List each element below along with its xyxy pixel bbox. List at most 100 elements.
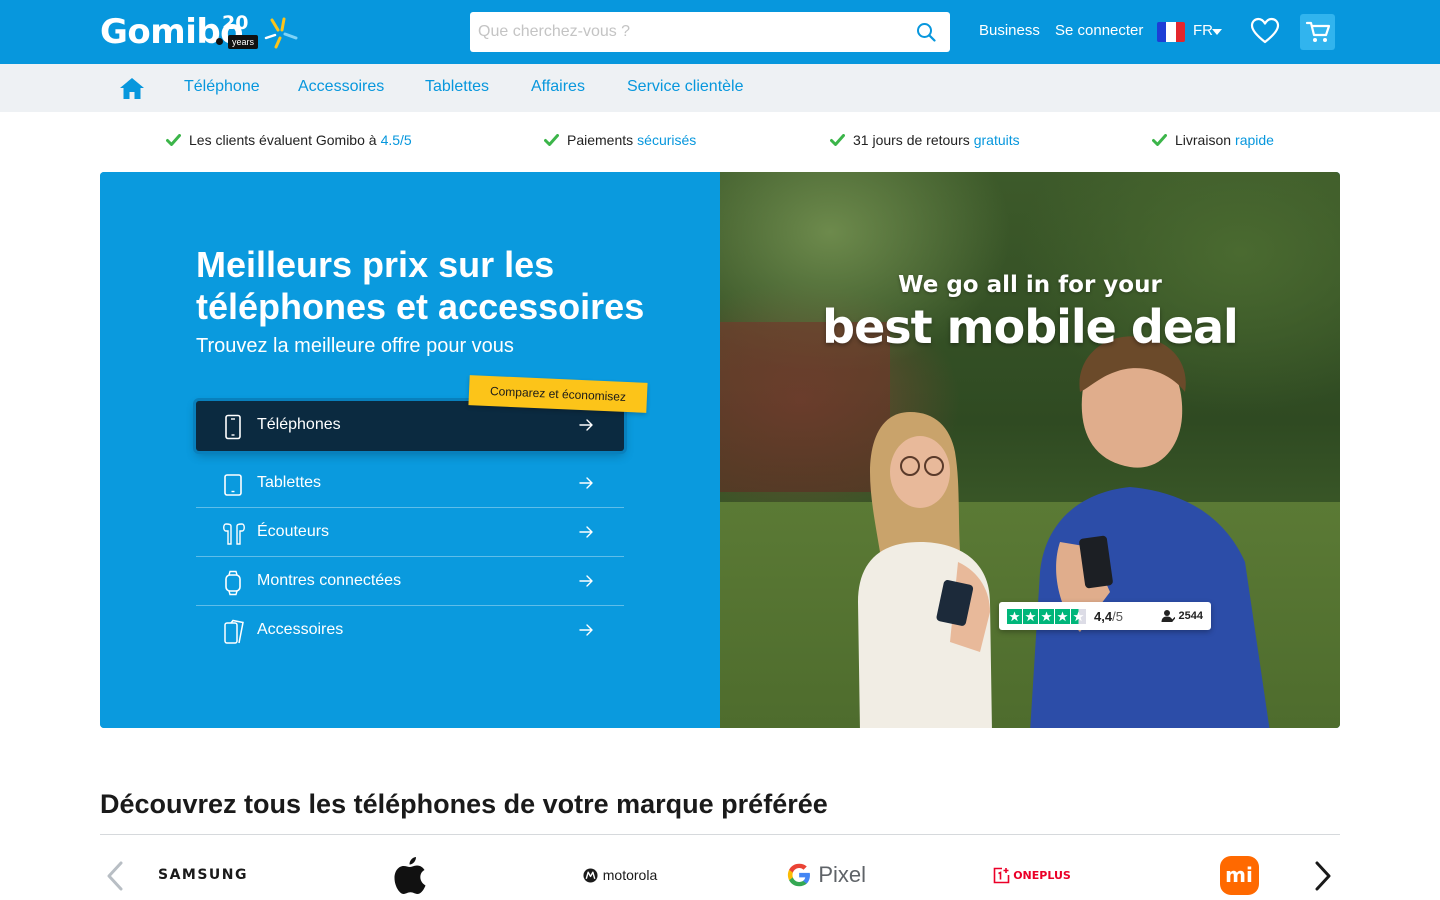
category-label: Montres connectées xyxy=(257,572,402,589)
pixel-wordmark: Pixel xyxy=(818,862,866,887)
top-bar: Gomibo 20 years Business Se connecter FR xyxy=(0,0,1440,64)
smartwatch-icon xyxy=(225,570,241,596)
star-icon xyxy=(1055,608,1070,624)
logo-anniversary-number: 20 xyxy=(222,12,249,34)
rating-scale: /5 xyxy=(1112,608,1123,624)
category-label: Accessoires xyxy=(257,621,344,638)
arrow-right-icon xyxy=(579,477,593,489)
brand-xiaomi[interactable]: mi xyxy=(1219,852,1259,898)
check-icon xyxy=(166,134,181,146)
arrow-right-icon xyxy=(579,575,593,587)
nav-item-affaires[interactable]: Affaires xyxy=(531,78,585,96)
brand-apple[interactable] xyxy=(388,852,432,898)
brands-title: Découvrez tous les téléphones de votre m… xyxy=(100,789,828,819)
usp-text: 31 jours de retours xyxy=(853,132,970,148)
wishlist-heart-icon[interactable] xyxy=(1250,17,1280,45)
divider xyxy=(100,834,1340,835)
star-icon xyxy=(1023,608,1038,624)
usp-highlight: rapide xyxy=(1235,132,1274,148)
business-link[interactable]: Business xyxy=(979,22,1040,39)
motorola-logo-icon xyxy=(583,867,598,883)
brand-motorola[interactable]: motorola xyxy=(579,852,661,898)
category-accessoires[interactable]: Accessoires xyxy=(196,606,624,655)
brand-samsung[interactable]: SAMSUNG xyxy=(158,852,249,898)
arrow-right-icon xyxy=(579,526,593,538)
hero-banner: Meilleurs prix sur les téléphones et acc… xyxy=(100,172,1340,728)
chevron-down-icon[interactable] xyxy=(1212,29,1222,35)
man-with-phone-image xyxy=(1030,336,1270,728)
rating-value: 4,4/5 xyxy=(1094,609,1123,624)
phone-icon xyxy=(225,414,241,440)
oneplus-logo-icon xyxy=(993,867,1010,883)
nav-item-telephone[interactable]: Téléphone xyxy=(184,78,260,96)
home-icon[interactable] xyxy=(119,76,145,100)
language-selector[interactable]: FR xyxy=(1193,22,1213,39)
oneplus-wordmark: ONEPLUS xyxy=(1013,868,1071,882)
google-g-icon xyxy=(787,863,810,887)
rating-score: 4,4 xyxy=(1094,608,1113,624)
usp-rating: Les clients évaluent Gomibo à 4.5/5 xyxy=(166,132,412,148)
motorola-wordmark: motorola xyxy=(602,867,658,883)
trustpilot-stars xyxy=(1007,608,1086,624)
cart-button[interactable] xyxy=(1300,14,1335,50)
france-flag-icon[interactable] xyxy=(1157,22,1185,42)
xiaomi-wordmark: mi xyxy=(1225,863,1253,887)
logo-dot xyxy=(216,38,223,45)
category-label: Écouteurs xyxy=(257,523,330,540)
user-icon xyxy=(1161,610,1175,622)
half-star-icon xyxy=(1071,608,1086,624)
xiaomi-logo-icon: mi xyxy=(1219,855,1259,895)
nav-item-tablettes[interactable]: Tablettes xyxy=(425,78,489,96)
cart-icon xyxy=(1305,21,1330,42)
usp-highlight: sécurisés xyxy=(637,132,697,148)
promo-line-1: We go all in for your xyxy=(898,272,1162,298)
arrow-right-icon xyxy=(579,624,593,636)
category-montres-connectees[interactable]: Montres connectées xyxy=(196,557,624,606)
usp-highlight: 4.5/5 xyxy=(380,132,412,148)
check-icon xyxy=(830,134,845,146)
nav-item-service-clientele[interactable]: Service clientèle xyxy=(627,78,744,96)
star-icon xyxy=(1007,608,1022,624)
review-count: 2544 xyxy=(1161,609,1203,623)
earbuds-icon xyxy=(223,523,245,545)
login-link[interactable]: Se connecter xyxy=(1055,22,1143,39)
samsung-logo: SAMSUNG xyxy=(158,867,249,883)
hero-subtitle: Trouvez la meilleure offre pour vous xyxy=(196,335,514,357)
usp-text: Livraison xyxy=(1175,132,1232,148)
category-label: Tablettes xyxy=(257,474,322,491)
usp-returns: 31 jours de retours gratuits xyxy=(830,132,1020,148)
chevron-right-icon[interactable] xyxy=(1312,860,1334,892)
usp-text: Paiements xyxy=(567,132,634,148)
arrow-right-icon xyxy=(579,419,593,431)
woman-with-phone-image xyxy=(858,412,992,728)
hero-category-panel: Meilleurs prix sur les téléphones et acc… xyxy=(100,172,720,728)
search-input[interactable] xyxy=(470,12,900,52)
hero-promo-image[interactable]: We go all in for your best mobile deal 4… xyxy=(720,172,1340,728)
phone-case-icon xyxy=(224,619,244,644)
apple-logo-icon xyxy=(394,857,426,894)
category-ecouteurs[interactable]: Écouteurs xyxy=(196,508,624,557)
check-icon xyxy=(1152,134,1167,146)
trustpilot-rating[interactable]: 4,4/5 2544 xyxy=(999,602,1211,630)
chevron-left-icon[interactable] xyxy=(104,860,126,892)
search-icon[interactable] xyxy=(916,22,936,42)
promo-line-2: best mobile deal xyxy=(822,300,1239,354)
usp-delivery: Livraison rapide xyxy=(1152,132,1274,148)
usp-payments: Paiements sécurisés xyxy=(544,132,696,148)
hero-title: Meilleurs prix sur les téléphones et acc… xyxy=(196,244,645,327)
usp-text: Les clients évaluent Gomibo à xyxy=(189,132,377,148)
star-icon xyxy=(1039,608,1054,624)
search-box xyxy=(470,12,950,52)
check-icon xyxy=(544,134,559,146)
sparkle-icon xyxy=(264,17,298,49)
usp-highlight: gratuits xyxy=(973,132,1020,148)
logo-anniversary-word: years xyxy=(228,35,259,49)
logo[interactable]: Gomibo 20 years xyxy=(100,10,298,54)
tablet-icon xyxy=(224,474,242,496)
nav-item-accessoires[interactable]: Accessoires xyxy=(298,78,384,96)
category-label: Téléphones xyxy=(257,416,341,433)
brand-google-pixel[interactable]: Pixel xyxy=(786,852,866,898)
category-tablettes[interactable]: Tablettes xyxy=(196,459,624,508)
brand-oneplus[interactable]: ONEPLUS xyxy=(992,852,1072,898)
review-count-value: 2544 xyxy=(1178,610,1203,622)
